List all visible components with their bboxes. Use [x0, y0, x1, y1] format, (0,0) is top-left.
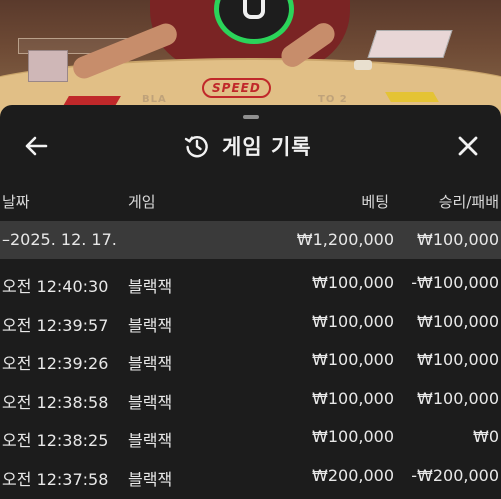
close-icon [458, 136, 478, 156]
felt-text: TO 2 [318, 94, 348, 105]
page-title: 게임 기록 [222, 135, 312, 159]
history-row[interactable]: 오전 12:40:30 블랙잭 ₩100,000 -₩100,000 [0, 264, 501, 302]
history-bet: ₩100,000 [312, 350, 394, 369]
summary-result: ₩100,000 [417, 230, 499, 249]
live-game-video: SPEED BLA TO 2 [0, 0, 501, 118]
history-row[interactable]: 오전 12:38:58 블랙잭 ₩100,000 ₩100,000 [0, 380, 501, 418]
history-result: ₩100,000 [417, 311, 499, 331]
history-time: 오전 12:37:58 [2, 469, 109, 489]
date-summary-row[interactable]: –2025. 12. 17. ₩1,200,000 ₩100,000 [0, 221, 501, 259]
history-game: 블랙잭 [128, 469, 173, 489]
history-result: ₩100,000 [417, 350, 499, 369]
history-bet: ₩100,000 [312, 427, 394, 446]
chip-marker [354, 60, 372, 70]
history-time: 오전 12:40:30 [2, 277, 109, 296]
felt-text: BLA [142, 94, 167, 105]
game-history-sheet: 게임 기록 날짜 게임 베팅 승리/패배 –2025. 12. 17. ₩1,2… [0, 105, 501, 499]
sheet-header: 게임 기록 [184, 131, 312, 161]
history-result: ₩0 [473, 427, 499, 446]
history-row[interactable]: 오전 12:39:57 블랙잭 ₩100,000 ₩100,000 [0, 303, 501, 341]
column-header-result: 승리/패배 [438, 193, 499, 211]
close-button[interactable] [452, 131, 484, 161]
card-shoe [367, 30, 453, 58]
history-result: ₩100,000 [417, 388, 499, 408]
back-button[interactable] [20, 131, 52, 161]
history-time: 오전 12:39:26 [2, 354, 109, 373]
card-box [28, 50, 68, 82]
felt-stripe [385, 92, 439, 102]
column-header-game: 게임 [128, 193, 156, 211]
history-game: 블랙잭 [128, 277, 173, 296]
history-row[interactable]: 오전 12:38:25 블랙잭 ₩100,000 ₩0 [0, 418, 501, 456]
history-time: 오전 12:39:57 [2, 315, 109, 335]
history-bet: ₩100,000 [312, 273, 394, 292]
history-result: -₩200,000 [411, 465, 499, 485]
history-time: 오전 12:38:58 [2, 392, 109, 412]
history-bet: ₩200,000 [312, 465, 394, 485]
history-icon [184, 136, 208, 158]
history-row[interactable]: 오전 12:37:58 블랙잭 ₩200,000 -₩200,000 [0, 457, 501, 495]
history-bet: ₩100,000 [312, 311, 394, 331]
speed-logo: SPEED [202, 78, 271, 98]
arrow-left-icon [25, 136, 48, 156]
history-game: 블랙잭 [128, 315, 173, 335]
history-result: -₩100,000 [411, 273, 499, 292]
column-header-date: 날짜 [2, 193, 30, 211]
history-bet: ₩100,000 [312, 388, 394, 408]
history-game: 블랙잭 [128, 431, 173, 450]
drag-handle[interactable] [243, 115, 259, 119]
history-game: 블랙잭 [128, 392, 173, 412]
history-row[interactable]: 오전 12:39:26 블랙잭 ₩100,000 ₩100,000 [0, 341, 501, 379]
summary-date: –2025. 12. 17. [2, 230, 117, 249]
history-game: 블랙잭 [128, 354, 173, 373]
column-header-bet: 베팅 [361, 193, 389, 211]
history-time: 오전 12:38:25 [2, 431, 109, 450]
summary-bet: ₩1,200,000 [296, 230, 394, 249]
